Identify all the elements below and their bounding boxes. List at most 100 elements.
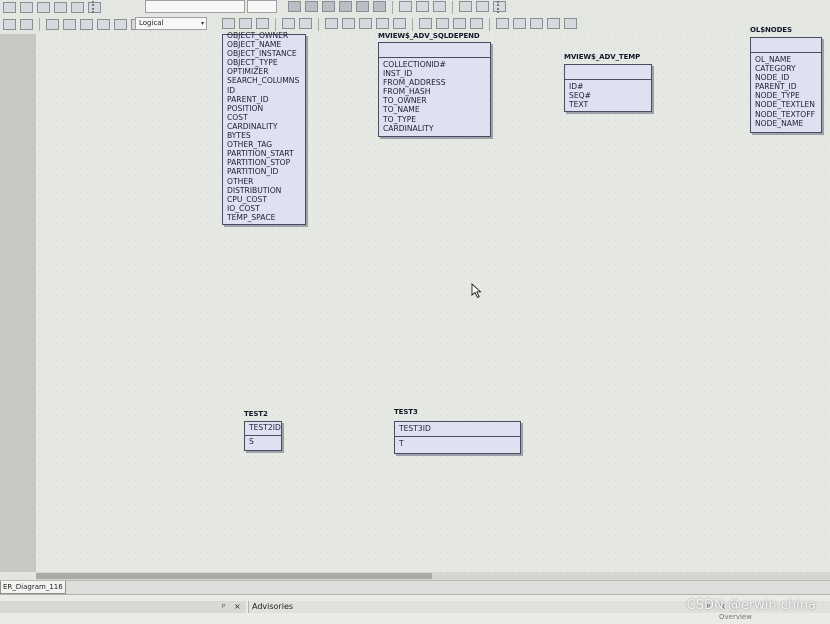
- entity-mview-adv-sqldepend[interactable]: COLLECTIONID# INST_ID FROM_ADDRESS FROM_HAS…: [378, 42, 491, 137]
- strikeout-icon[interactable]: [339, 1, 352, 12]
- zoom-out-icon[interactable]: [342, 18, 355, 29]
- undo-icon[interactable]: [282, 18, 295, 29]
- redo-icon[interactable]: [299, 18, 312, 29]
- reverse-engineer-icon[interactable]: [436, 18, 449, 29]
- entity-attribute[interactable]: TO_NAME: [379, 105, 490, 114]
- subtype-icon[interactable]: [54, 2, 67, 13]
- align-center-icon[interactable]: [373, 1, 386, 12]
- logical-physical-combo[interactable]: Logical ▾: [135, 17, 207, 30]
- entity-attribute[interactable]: OBJECT_TYPE: [223, 58, 299, 67]
- entity-attribute[interactable]: FROM_ADDRESS: [379, 78, 490, 87]
- entity-attribute[interactable]: COST: [223, 113, 299, 122]
- tab-er-diagram[interactable]: ER_Diagram_116: [0, 581, 66, 594]
- entity-icon[interactable]: [20, 19, 33, 30]
- entity-attribute[interactable]: PARENT_ID: [223, 95, 299, 104]
- format-icon[interactable]: [256, 18, 269, 29]
- entity-attribute[interactable]: PARTITION_STOP: [223, 158, 299, 167]
- entity-attribute[interactable]: OBJECT_INSTANCE: [223, 49, 299, 58]
- pin-icon[interactable]: ᵖ: [222, 601, 225, 612]
- entity-attribute[interactable]: TO_OWNER: [379, 96, 490, 105]
- scrollbar-thumb[interactable]: [36, 573, 432, 579]
- relationship-icon[interactable]: [20, 2, 33, 13]
- table-icon[interactable]: [71, 2, 84, 13]
- link-icon[interactable]: [547, 18, 560, 29]
- subject-area-icon[interactable]: [114, 19, 127, 30]
- entity-attribute[interactable]: NODE_ID: [751, 73, 821, 82]
- entity-attribute[interactable]: TEMP_SPACE: [223, 213, 299, 222]
- refresh-icon[interactable]: [376, 18, 389, 29]
- entity-attribute[interactable]: POSITION: [223, 104, 299, 113]
- zoom-fit-icon[interactable]: [359, 18, 372, 29]
- entity-attribute[interactable]: DISTRIBUTION: [223, 186, 299, 195]
- entity-attribute[interactable]: TEXT: [565, 100, 651, 109]
- entity-attribute[interactable]: NODE_NAME: [751, 119, 821, 128]
- entity-attribute[interactable]: PARTITION_START: [223, 149, 299, 158]
- forward-engineer-icon[interactable]: [419, 18, 432, 29]
- view-icon[interactable]: [46, 19, 59, 30]
- relationship-nonid-icon[interactable]: [37, 2, 50, 13]
- entity-attribute[interactable]: OBJECT_NAME: [223, 40, 299, 49]
- entity-attribute[interactable]: NODE_TEXTLEN: [751, 100, 821, 109]
- entity-attribute[interactable]: OTHER: [223, 177, 299, 186]
- entity-attribute[interactable]: PARTITION_ID: [223, 167, 299, 176]
- report-icon[interactable]: [496, 18, 509, 29]
- paste-icon[interactable]: [239, 18, 252, 29]
- size-combo[interactable]: [247, 0, 277, 13]
- entity-attribute[interactable]: OL_NAME: [751, 55, 821, 64]
- search-icon[interactable]: [530, 18, 543, 29]
- entity-attribute[interactable]: TO_TYPE: [379, 115, 490, 124]
- entity-attribute[interactable]: CATEGORY: [751, 64, 821, 73]
- entity-plan-table[interactable]: OBJECT_OWNER OBJECT_NAME OBJECT_INSTANCE OB…: [222, 31, 306, 225]
- line-weight-icon[interactable]: [476, 1, 489, 12]
- entity-attribute[interactable]: NODE_TEXTOFF: [751, 110, 821, 119]
- entity-attribute[interactable]: SEQ#: [565, 91, 651, 100]
- entity-attribute[interactable]: COLLECTIONID#: [379, 60, 490, 69]
- entity-attribute[interactable]: BYTES: [223, 131, 299, 140]
- entity-attribute[interactable]: IO_COST: [223, 204, 299, 213]
- entity-attribute[interactable]: NODE_TYPE: [751, 91, 821, 100]
- align-left-icon[interactable]: [356, 1, 369, 12]
- underline-icon[interactable]: [322, 1, 335, 12]
- select-icon[interactable]: [3, 19, 16, 30]
- entity-attribute[interactable]: ID#: [565, 82, 651, 91]
- entity-attribute[interactable]: SEARCH_COLUMNS: [223, 76, 299, 85]
- entity-attribute[interactable]: INST_ID: [379, 69, 490, 78]
- entity-attribute[interactable]: T: [395, 439, 520, 448]
- entity-attribute[interactable]: OPTIMIZER: [223, 67, 299, 76]
- line-style-icon[interactable]: [459, 1, 472, 12]
- zoom-in-icon[interactable]: [325, 18, 338, 29]
- font-color-icon[interactable]: [399, 1, 412, 12]
- italic-icon[interactable]: [305, 1, 318, 12]
- entity-attribute[interactable]: CPU_COST: [223, 195, 299, 204]
- copy-icon[interactable]: [222, 18, 235, 29]
- line-color-icon[interactable]: [416, 1, 429, 12]
- filter-icon[interactable]: [564, 18, 577, 29]
- font-combo[interactable]: [145, 0, 245, 13]
- diagram-canvas[interactable]: OBJECT_OWNER OBJECT_NAME OBJECT_INSTANCE OB…: [36, 26, 830, 572]
- entity-attribute[interactable]: CARDINALITY: [223, 122, 299, 131]
- close-icon[interactable]: ×: [234, 601, 241, 612]
- non-identifying-rel-icon[interactable]: [97, 19, 110, 30]
- sync-icon[interactable]: [470, 18, 483, 29]
- complete-compare-icon[interactable]: [453, 18, 466, 29]
- entity-attribute[interactable]: OBJECT_OWNER: [223, 31, 299, 40]
- tab-overview[interactable]: Overview: [719, 613, 799, 623]
- entity-attribute[interactable]: S: [245, 437, 281, 446]
- horizontal-scrollbar[interactable]: [36, 572, 830, 580]
- find-icon[interactable]: [393, 18, 406, 29]
- entity-ol-nodes[interactable]: OL_NAME CATEGORY NODE_ID PARENT_ID NODE_TYPE…: [750, 37, 822, 133]
- fill-color-icon[interactable]: [433, 1, 446, 12]
- zoom-icon[interactable]: [3, 2, 16, 13]
- bold-icon[interactable]: [288, 1, 301, 12]
- many-to-many-icon[interactable]: [80, 19, 93, 30]
- entity-attribute[interactable]: FROM_HASH: [379, 87, 490, 96]
- identifying-rel-icon[interactable]: [63, 19, 76, 30]
- entity-attribute[interactable]: OTHER_TAG: [223, 140, 299, 149]
- model-explorer-icon[interactable]: [513, 18, 526, 29]
- entity-test2[interactable]: TEST2ID S: [244, 421, 282, 451]
- entity-test3[interactable]: TEST3ID T: [394, 421, 521, 454]
- entity-attribute[interactable]: CARDINALITY: [379, 124, 490, 133]
- entity-attribute[interactable]: ID: [223, 86, 299, 95]
- entity-mview-adv-temp[interactable]: ID# SEQ# TEXT: [564, 64, 652, 112]
- entity-attribute[interactable]: PARENT_ID: [751, 82, 821, 91]
